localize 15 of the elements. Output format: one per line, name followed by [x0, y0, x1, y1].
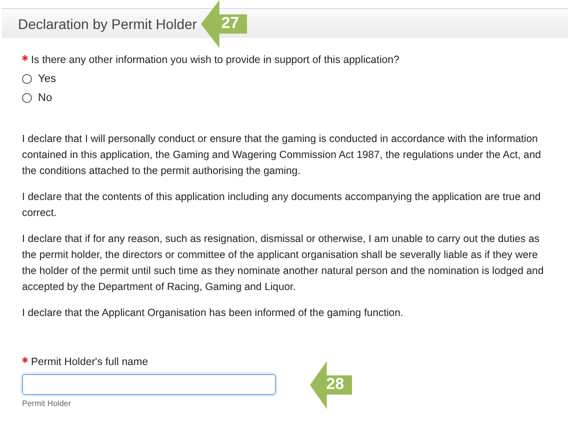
option-label: No	[38, 92, 52, 104]
declaration-text: I declare that if for any reason, such as resignation, dismissal or otherwise, I am unable to carry out the duties as the permit holder, the directors or committee of the applicant organisation shall be severally liable as if they were the holder of the permit until such time as they nominate another natural person and the nomination is lodged and accepted by the Department of Racing, Gaming and Liquor.	[22, 233, 545, 295]
question-label: Is there any other information you wish to provide in support of this application?	[31, 54, 400, 66]
radio-button[interactable]	[22, 74, 32, 84]
help-text: Permit Holder	[22, 399, 72, 408]
declaration-text: I declare that I will personally conduct or ensure that the gaming is conducted in accordance with the information contained in this application, the Gaming and Wagering Commission Act 1987, the regulations under the Act, and the conditions attached to the permit authorising the gaming.	[22, 133, 542, 179]
field-label: Permit Holder's full name	[31, 356, 148, 368]
option-label: Yes	[38, 73, 56, 85]
radio-button[interactable]	[22, 93, 32, 103]
declaration-text: I declare that the contents of this application including any documents accompanying the application are true and correct.	[22, 191, 542, 221]
declaration-text: I declare that the Applicant Organisation has been informed of the gaming function.	[22, 307, 404, 321]
input-field[interactable]	[22, 374, 276, 395]
step-badge: 28	[310, 361, 352, 409]
step-badge: 27	[201, 0, 247, 48]
section-title: Declaration by Permit Holder	[18, 16, 197, 32]
